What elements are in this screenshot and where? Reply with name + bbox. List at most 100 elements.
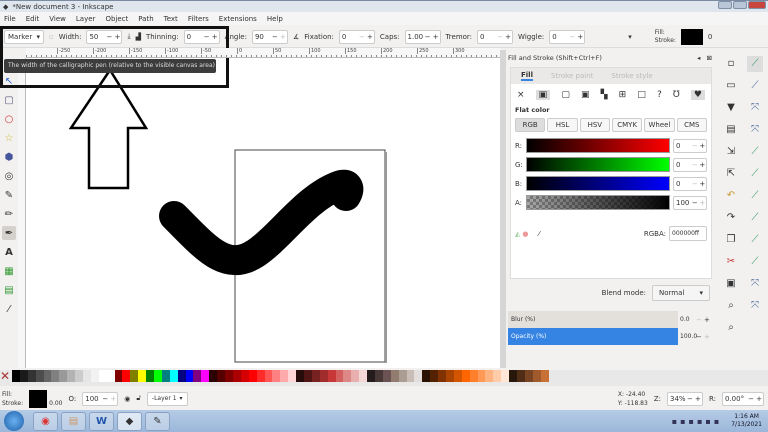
menu-text[interactable]: Text [164,15,178,23]
status-opacity-spinner[interactable]: 100− + [82,391,119,406]
palette-swatch[interactable] [406,370,415,382]
snap-toggle-icon[interactable]: ⟋ [747,56,763,72]
palette-swatch[interactable] [445,370,454,382]
channel-slider[interactable] [526,157,670,172]
caps-spinner[interactable]: 1.00− + [404,29,441,44]
zoom-spinner[interactable]: 34% − + [666,391,703,406]
palette-swatch[interactable] [51,370,60,382]
palette-swatch[interactable] [248,370,257,382]
palette-swatch[interactable] [438,370,446,382]
channel-slider[interactable] [526,176,670,191]
rotate-value[interactable]: 0.00° [723,395,747,403]
color-picker-icon[interactable]: ⁄ [539,230,540,238]
palette-swatch[interactable] [225,370,233,382]
zoom-icon[interactable]: ⌕ [723,298,739,314]
palette-swatch[interactable] [430,370,439,382]
fill-swatch[interactable] [680,28,703,45]
menu-help[interactable]: Help [267,15,283,23]
palette-swatch[interactable] [461,370,470,382]
tremor-increment[interactable]: + [504,33,512,41]
palette-swatch[interactable] [351,370,360,382]
horizontal-ruler[interactable]: -250 -200 -150 -100 -50 0 50 100 150 200… [26,48,500,58]
channel-increment[interactable]: + [699,142,707,150]
menu-layer[interactable]: Layer [76,15,96,23]
palette-swatch[interactable] [280,370,289,382]
mode-hsv[interactable]: HSV [579,118,610,132]
fixation-value[interactable]: 0 [340,33,358,41]
rotate-spinner[interactable]: 0.00° − + [722,391,764,406]
explorer-taskbar-icon[interactable]: ▤ [61,411,86,431]
preset-dropdown[interactable]: Marker ▾ [4,29,44,44]
status-stroke-width[interactable]: 0.00 [49,400,62,407]
spray-tool-icon[interactable]: ▦ [2,264,16,278]
channel-value[interactable]: 0 [674,142,691,150]
mode-rgb[interactable]: RGB [515,118,546,132]
palette-swatch[interactable] [501,370,510,382]
menu-file[interactable]: File [4,15,16,23]
palette-swatch[interactable] [114,370,123,382]
channel-slider[interactable] [526,195,670,210]
star-tool-icon[interactable]: ☆ [2,131,16,145]
snap-bbox-icon[interactable]: ⟋ [747,78,763,94]
palette-swatch[interactable] [35,370,44,382]
blur-slider[interactable]: Blur (%) [508,311,678,328]
snap-nodes-icon[interactable]: ⤧ [747,100,763,116]
undo-icon[interactable]: ↶ [723,188,739,204]
zoom-out[interactable]: − [686,395,694,403]
thinning-spinner[interactable]: 0− + [183,29,220,44]
rectangle-tool-icon[interactable]: ▢ [2,93,16,107]
trace-background-icon[interactable]: ▟ [136,33,141,41]
channel-slider[interactable] [526,138,670,153]
close-button[interactable] [748,1,766,9]
palette-swatch[interactable] [414,370,423,382]
palette-swatch[interactable] [193,370,202,382]
tremor-decrement[interactable]: − [496,33,504,41]
channel-decrement[interactable]: − [691,142,699,150]
caps-increment[interactable]: + [432,33,440,41]
rotate-increment[interactable]: + [755,395,763,403]
menu-extensions[interactable]: Extensions [219,15,257,23]
opacity-increment[interactable]: + [109,395,117,403]
text-tool-icon[interactable]: A [2,245,16,259]
palette-swatch[interactable] [201,370,210,382]
menu-path[interactable]: Path [138,15,153,23]
mesh-gradient-button[interactable]: ▚ [601,90,608,100]
dock-close-button[interactable]: ⊠ [707,54,712,62]
flat-color-button[interactable]: ▣ [535,90,551,100]
paint-taskbar-icon[interactable]: ✎ [145,411,170,431]
palette-swatch[interactable] [343,370,352,382]
snap-cusp-icon[interactable]: ⟋ [747,166,763,182]
status-opacity-value[interactable]: 100 [83,395,101,403]
channel-increment[interactable]: + [699,199,707,207]
export-icon[interactable]: ⇱ [723,166,739,182]
palette-swatch[interactable] [75,370,84,382]
palette-swatch[interactable] [161,370,170,382]
rgba-input[interactable]: 000000ff [669,226,707,241]
wiggle-value[interactable]: 0 [550,33,568,41]
palette-swatch[interactable] [485,370,494,382]
word-taskbar-icon[interactable]: W [89,411,114,431]
thinning-value[interactable]: 0 [185,33,203,41]
width-decrement[interactable]: − [105,33,113,41]
tab-stroke-style[interactable]: Stroke style [611,72,652,80]
lock-icon[interactable]: 🔓︎ [136,394,141,403]
menu-edit[interactable]: Edit [26,15,40,23]
palette-swatch[interactable] [59,370,68,382]
palette-swatch[interactable] [256,370,265,382]
tremor-spinner[interactable]: 0− + [477,29,514,44]
new-document-icon[interactable]: ▫ [723,56,739,72]
tab-stroke-paint[interactable]: Stroke paint [551,72,593,80]
print-icon[interactable]: ▤ [723,122,739,138]
snap-page-icon[interactable]: ⤧ [747,276,763,292]
calligraphy-tool-icon[interactable]: ✒ [2,226,16,240]
angle-spinner[interactable]: 90− + [251,29,288,44]
opacity-slider[interactable]: Opacity (%) [508,328,678,345]
blur-decrement[interactable]: − [696,316,704,324]
start-button-icon[interactable] [4,411,24,431]
channel-value[interactable]: 0 [674,161,691,169]
palette-swatch[interactable] [374,370,383,382]
dropper-tool-icon[interactable]: ⁄ [2,302,16,316]
palette-swatch[interactable] [177,370,186,382]
palette-swatch[interactable] [43,370,52,382]
blur-increment[interactable]: + [704,316,712,324]
